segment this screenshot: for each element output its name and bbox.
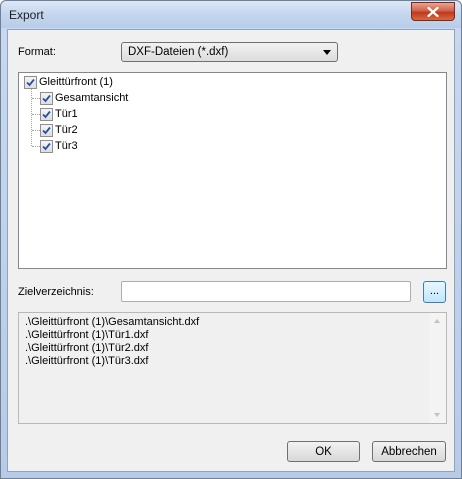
format-selected-value: DXF-Dateien (*.dxf) [128, 46, 229, 58]
format-dropdown[interactable]: DXF-Dateien (*.dxf) [121, 42, 338, 62]
close-button[interactable] [411, 2, 455, 21]
tree-node-label: Tür2 [55, 124, 78, 136]
checkmark-icon [42, 126, 51, 134]
tree-checkbox-root[interactable] [24, 75, 37, 89]
file-list-item: .\Gleittürfront (1)\Tür3.dxf [25, 355, 149, 367]
title-bar[interactable]: Export [1, 1, 461, 28]
tree-checkbox-tuer2[interactable] [40, 123, 53, 137]
cancel-button[interactable]: Abbrechen [372, 441, 446, 462]
target-dir-input[interactable] [121, 281, 411, 302]
tree-node-label: Tür3 [55, 140, 78, 152]
tree-node-root[interactable]: Gleittürfront (1) [24, 75, 113, 89]
ok-button-label: OK [315, 445, 332, 458]
checkmark-icon [42, 142, 51, 150]
tree-node-label: Gleittürfront (1) [39, 76, 113, 88]
tree-node-gesamtansicht[interactable]: Gesamtansicht [40, 91, 128, 105]
tree-checkbox-tuer3[interactable] [40, 139, 53, 153]
tree-node-label: Tür1 [55, 108, 78, 120]
tree-node-tuer1[interactable]: Tür1 [40, 107, 78, 121]
scroll-down-icon[interactable] [434, 413, 440, 417]
window-title: Export [9, 8, 44, 22]
tree-connector-line [32, 130, 40, 131]
file-list-item: .\Gleittürfront (1)\Tür2.dxf [25, 342, 149, 354]
checkmark-icon [26, 78, 35, 86]
target-dir-label: Zielverzeichnis: [18, 286, 94, 298]
tree-checkbox-gesamtansicht[interactable] [40, 91, 53, 105]
file-list-scrollbar[interactable] [429, 313, 446, 423]
checkmark-icon [42, 94, 51, 102]
format-label: Format: [18, 46, 56, 58]
tree-node-tuer3[interactable]: Tür3 [40, 139, 78, 153]
dialog-client-area: Format: DXF-Dateien (*.dxf) Gleittürfron… [7, 29, 455, 472]
export-dialog: Export Format: DXF-Dateien (*.dxf) Gleit… [0, 0, 462, 479]
browse-button[interactable]: ... [423, 281, 446, 303]
browse-button-label: ... [429, 285, 440, 297]
tree-checkbox-tuer1[interactable] [40, 107, 53, 121]
ok-button[interactable]: OK [287, 441, 360, 462]
tree-node-tuer2[interactable]: Tür2 [40, 123, 78, 137]
file-list-item: .\Gleittürfront (1)\Gesamtansicht.dxf [25, 316, 200, 328]
tree-node-label: Gesamtansicht [55, 92, 129, 104]
scroll-up-icon[interactable] [434, 319, 440, 323]
tree-connector-line [32, 98, 40, 99]
tree-connector-line [32, 114, 40, 115]
close-icon [427, 6, 439, 17]
tree-connector-line [32, 146, 40, 147]
export-tree: Gleittürfront (1) Gesamtansicht Tür1 Tür… [18, 72, 447, 269]
cancel-button-label: Abbrechen [381, 445, 437, 458]
chevron-down-icon [323, 50, 331, 55]
export-file-list: .\Gleittürfront (1)\Gesamtansicht.dxf .\… [18, 312, 447, 424]
file-list-item: .\Gleittürfront (1)\Tür1.dxf [25, 329, 149, 341]
checkmark-icon [42, 110, 51, 118]
